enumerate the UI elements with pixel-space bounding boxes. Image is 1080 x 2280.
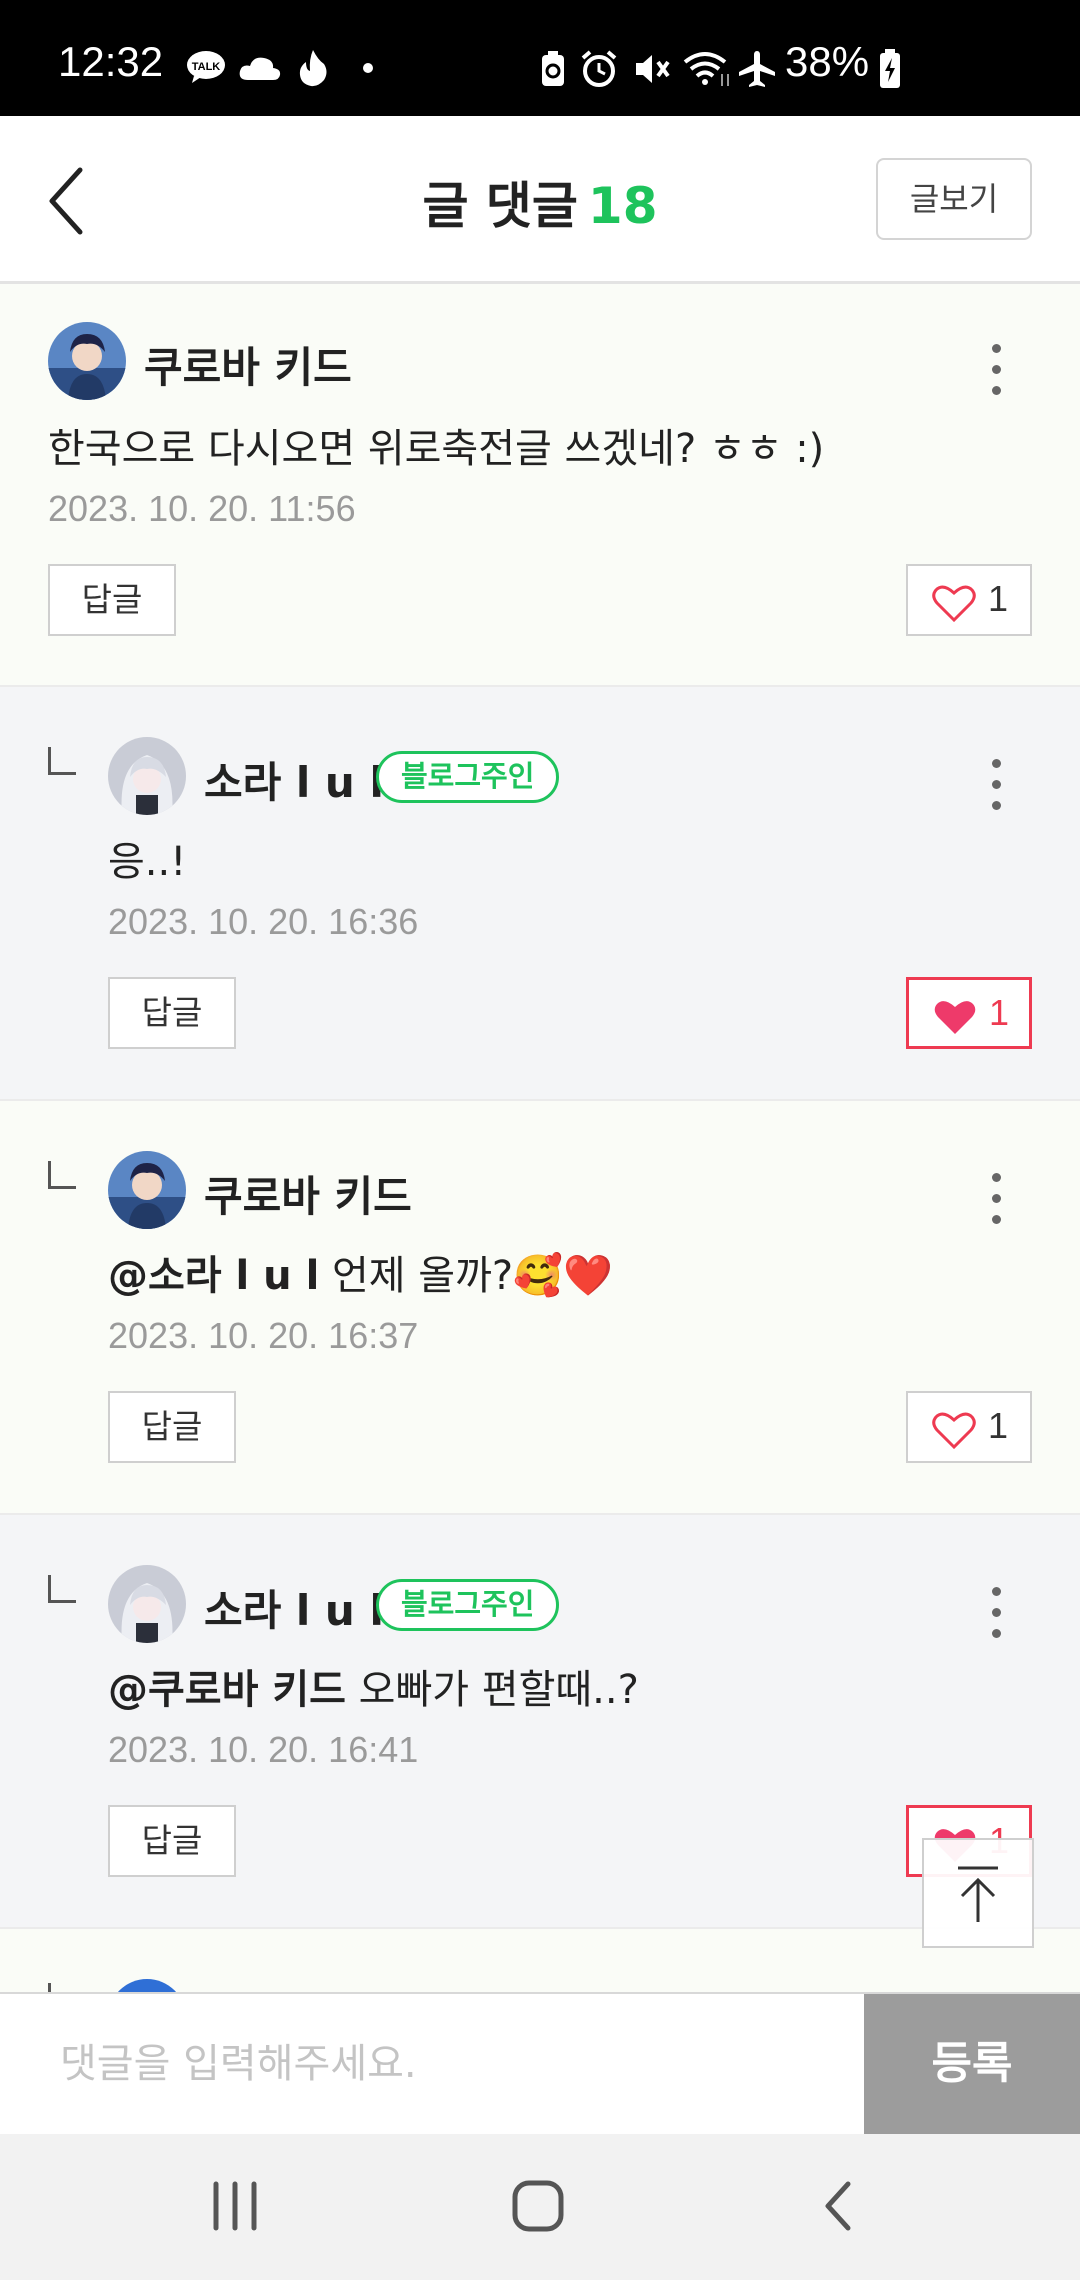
reply-indent-icon <box>48 1575 76 1603</box>
more-options-icon[interactable] <box>986 1581 1006 1641</box>
mention[interactable]: @소라 l u l <box>108 1253 319 1299</box>
heart-filled-icon <box>934 1001 976 1034</box>
talk-icon: TALK <box>187 51 225 83</box>
author-name[interactable]: 소라 l u l <box>204 1577 384 1638</box>
mute-icon <box>636 55 670 83</box>
alarm-icon <box>581 50 617 87</box>
comment-item-partial <box>0 1929 1080 2057</box>
scroll-to-top-button[interactable] <box>922 1838 1034 1948</box>
author-name[interactable]: 소라 l u l <box>204 749 384 810</box>
reply-button[interactable]: 답글 <box>108 1391 236 1463</box>
page: 12:32 TALK 38% 글 댓글 18 글보기 쿠로바 키드 한국으로 다시… <box>0 0 1080 2280</box>
reply-indent-icon <box>48 1161 76 1189</box>
comment-item: 쿠로바 키드 한국으로 다시오면 위로축전글 쓰겠네? ㅎㅎ :) 2023. … <box>0 284 1080 687</box>
avatar[interactable] <box>108 1565 186 1643</box>
comment-text: @쿠로바 키드 오빠가 편할때..? <box>108 1657 639 1715</box>
comment-text-body: 언제 올까?🥰❤️ <box>319 1253 613 1299</box>
comment-date: 2023. 10. 20. 16:37 <box>108 1315 419 1356</box>
status-bar: 12:32 TALK 38% <box>0 0 1080 116</box>
fire-icon <box>299 50 327 87</box>
arrow-up-icon <box>958 1866 998 1922</box>
like-count: 1 <box>988 578 1009 619</box>
page-title-label: 글 댓글 <box>422 177 578 235</box>
reply-button[interactable]: 답글 <box>108 977 236 1049</box>
author-name[interactable]: 쿠로바 키드 <box>204 1163 412 1224</box>
submit-button[interactable]: 등록 <box>864 1994 1080 2134</box>
author-name[interactable]: 쿠로바 키드 <box>144 334 352 395</box>
more-options-icon[interactable] <box>986 1167 1006 1227</box>
comment-date: 2023. 10. 20. 11:56 <box>48 488 356 529</box>
home-icon[interactable] <box>510 2178 566 2234</box>
like-count: 1 <box>989 992 1010 1033</box>
comment-date: 2023. 10. 20. 16:41 <box>108 1729 419 1770</box>
comment-composer: 등록 <box>0 1992 1080 2134</box>
comment-text: @소라 l u l 언제 올까?🥰❤️ <box>108 1243 613 1301</box>
blog-owner-badge: 블로그주인 <box>376 1579 560 1631</box>
airplane-icon <box>739 51 775 87</box>
comment-text: 한국으로 다시오면 위로축전글 쓰겠네? ㅎㅎ :) <box>48 416 824 474</box>
like-button[interactable]: 1 <box>906 564 1032 636</box>
reply-button[interactable]: 답글 <box>48 564 176 636</box>
comment-input[interactable] <box>0 1994 864 2134</box>
svg-text:TALK: TALK <box>192 61 221 73</box>
comment-text-body: 응..! <box>108 839 187 885</box>
comment-item: 소라 l u l 블로그주인 응..! 2023. 10. 20. 16:36 … <box>0 687 1080 1101</box>
like-count: 1 <box>988 1405 1009 1446</box>
like-button[interactable]: 1 <box>906 977 1032 1049</box>
avatar[interactable] <box>108 737 186 815</box>
view-post-button[interactable]: 글보기 <box>876 158 1032 240</box>
comment-text: 응..! <box>108 829 186 887</box>
reply-button[interactable]: 답글 <box>108 1805 236 1877</box>
comment-text-body: 오빠가 편할때..? <box>345 1667 639 1713</box>
comment-item: 쿠로바 키드 @소라 l u l 언제 올까?🥰❤️ 2023. 10. 20.… <box>0 1101 1080 1515</box>
more-options-icon[interactable] <box>986 338 1006 398</box>
comment-item: 소라 l u l 블로그주인 @쿠로바 키드 오빠가 편할때..? 2023. … <box>0 1515 1080 1929</box>
battery-percentage: 38% <box>785 38 870 85</box>
reply-indent-icon <box>48 747 76 775</box>
mention[interactable]: @쿠로바 키드 <box>108 1667 346 1713</box>
recent-apps-icon[interactable] <box>210 2178 260 2234</box>
heart-outline-icon <box>932 585 976 622</box>
recycle-icon <box>542 51 564 86</box>
avatar[interactable] <box>48 322 126 400</box>
heart-outline-icon <box>932 1412 976 1449</box>
avatar[interactable] <box>108 1151 186 1229</box>
more-options-icon[interactable] <box>986 753 1006 813</box>
header: 글 댓글 18 글보기 <box>0 116 1080 284</box>
comment-count: 18 <box>587 177 658 235</box>
status-time: 12:32 <box>58 38 164 85</box>
comment-text-body: 한국으로 다시오면 위로축전글 쓰겠네? ㅎㅎ :) <box>48 426 825 472</box>
wifi-icon <box>683 52 729 86</box>
dot-icon <box>363 63 373 73</box>
battery-charging-icon <box>880 49 900 88</box>
cloud-icon <box>239 57 281 80</box>
system-nav-bar <box>0 2134 1080 2280</box>
comment-date: 2023. 10. 20. 16:36 <box>108 901 419 942</box>
back-icon[interactable] <box>818 2178 858 2234</box>
like-button[interactable]: 1 <box>906 1391 1032 1463</box>
blog-owner-badge: 블로그주인 <box>376 751 560 803</box>
